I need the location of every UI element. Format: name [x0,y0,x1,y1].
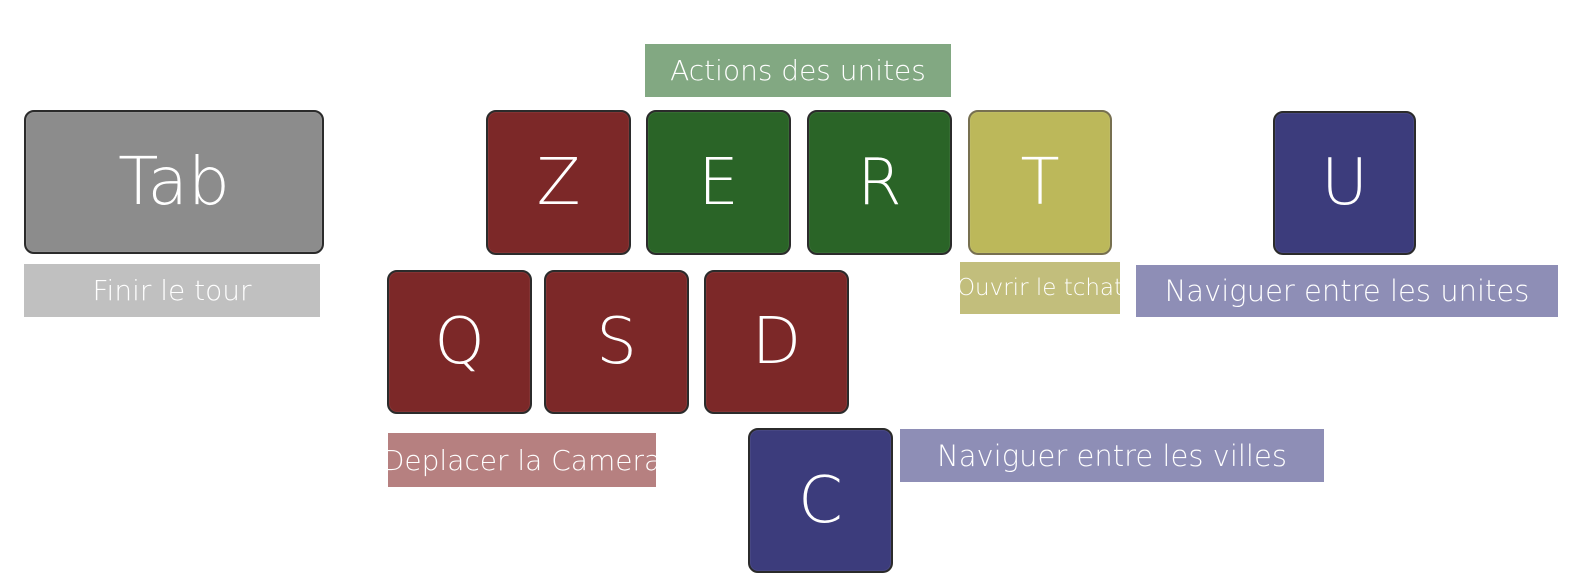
label-open-chat: Ouvrir le tchat [960,262,1120,314]
label-move-camera: Deplacer la Camera [388,433,656,487]
key-tab: Tab [24,110,324,254]
key-r: R [807,110,952,255]
key-s: S [544,270,689,414]
label-unit-actions: Actions des unites [645,44,951,97]
key-d: D [704,270,849,414]
label-navigate-cities: Naviguer entre les villes [900,429,1324,482]
key-z: Z [486,110,631,255]
label-end-turn: Finir le tour [24,264,320,317]
label-navigate-units: Naviguer entre les unites [1136,265,1558,317]
key-t: T [968,110,1112,255]
key-c: C [748,428,893,573]
key-u: U [1273,111,1416,255]
key-q: Q [387,270,532,414]
key-e: E [646,110,791,255]
